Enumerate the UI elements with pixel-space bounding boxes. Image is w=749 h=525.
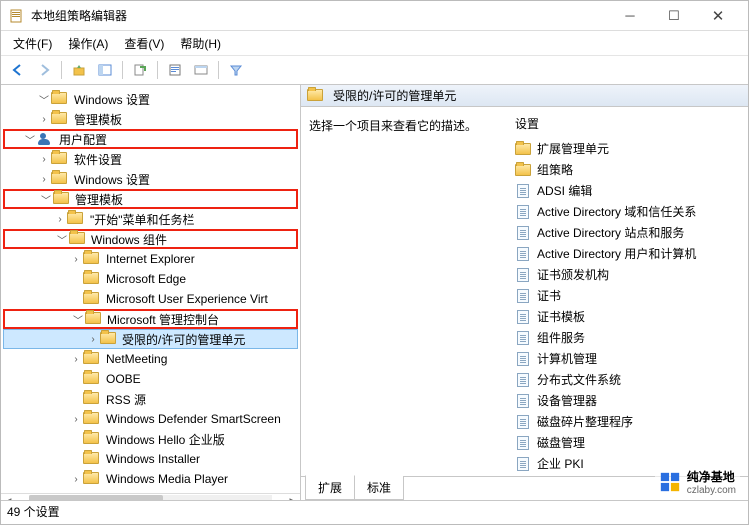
tree-node-mmc[interactable]: ﹀Microsoft 管理控制台 — [3, 309, 298, 329]
tree: ﹀Windows 设置 ›管理模板 ﹀用户配置 ›软件设置 ›Windows 设… — [1, 85, 300, 493]
list-item[interactable]: Active Directory 用户和计算机 — [515, 243, 744, 264]
menubar: 文件(F) 操作(A) 查看(V) 帮助(H) — [1, 31, 748, 55]
tab-standard[interactable]: 标准 — [354, 476, 404, 500]
tree-node-admin-templates[interactable]: ﹀管理模板 — [3, 189, 298, 209]
details-button[interactable] — [190, 59, 212, 81]
window-controls: ─ ☐ ✕ — [608, 2, 740, 30]
policy-icon — [515, 457, 531, 471]
tree-node[interactable]: ·Microsoft User Experience Virt — [3, 289, 298, 309]
workarea: ﹀Windows 设置 ›管理模板 ﹀用户配置 ›软件设置 ›Windows 设… — [1, 85, 748, 500]
policy-icon — [515, 247, 531, 261]
policy-icon — [515, 268, 531, 282]
policy-icon — [515, 310, 531, 324]
tree-node[interactable]: ·RSS 源 — [3, 389, 298, 409]
watermark-logo-icon — [659, 471, 681, 493]
details-title: 受限的/许可的管理单元 — [333, 87, 456, 104]
details-header: 受限的/许可的管理单元 — [301, 85, 748, 107]
window-title: 本地组策略编辑器 — [31, 7, 608, 24]
column-header-settings[interactable]: 设置 — [515, 115, 744, 132]
watermark: 纯净基地 czlaby.com — [655, 466, 740, 498]
maximize-button[interactable]: ☐ — [652, 2, 696, 30]
menu-help[interactable]: 帮助(H) — [174, 33, 227, 54]
list-item[interactable]: 组策略 — [515, 159, 744, 180]
separator — [157, 61, 158, 79]
policy-icon — [515, 373, 531, 387]
tree-node[interactable]: ·Windows Hello 企业版 — [3, 429, 298, 449]
policy-icon — [515, 436, 531, 450]
separator — [218, 61, 219, 79]
up-button[interactable] — [68, 59, 90, 81]
list-item[interactable]: 磁盘管理 — [515, 432, 744, 453]
tree-node[interactable]: ›Windows Media Player — [3, 469, 298, 489]
policy-icon — [515, 352, 531, 366]
tree-node-restricted[interactable]: ›受限的/许可的管理单元 — [3, 329, 298, 349]
policy-icon — [515, 331, 531, 345]
folder-icon — [307, 89, 323, 103]
tree-node[interactable]: ›Windows 设置 — [3, 169, 298, 189]
user-icon — [37, 132, 51, 146]
tree-node[interactable]: ›Windows Defender SmartScreen — [3, 409, 298, 429]
statusbar: 49 个设置 — [1, 500, 748, 522]
tree-horizontal-scrollbar[interactable]: ◀ ▶ — [1, 493, 300, 500]
forward-button[interactable] — [33, 59, 55, 81]
policy-icon — [515, 415, 531, 429]
folder-icon — [515, 163, 531, 177]
list-item[interactable]: Active Directory 站点和服务 — [515, 222, 744, 243]
status-text: 49 个设置 — [7, 503, 60, 520]
list-item[interactable]: 分布式文件系统 — [515, 369, 744, 390]
tab-extended[interactable]: 扩展 — [305, 475, 355, 500]
tree-node[interactable]: ›NetMeeting — [3, 349, 298, 369]
app-icon — [9, 8, 25, 24]
details-pane: 受限的/许可的管理单元 选择一个项目来查看它的描述。 设置 扩展管理单元 组策略… — [301, 85, 748, 500]
tree-node[interactable]: ›软件设置 — [3, 149, 298, 169]
titlebar: 本地组策略编辑器 ─ ☐ ✕ — [1, 1, 748, 31]
menu-view[interactable]: 查看(V) — [118, 33, 170, 54]
description-panel: 选择一个项目来查看它的描述。 — [301, 107, 511, 476]
menu-file[interactable]: 文件(F) — [7, 33, 58, 54]
list-item[interactable]: ADSI 编辑 — [515, 180, 744, 201]
filter-button[interactable] — [225, 59, 247, 81]
tree-node[interactable]: ›"开始"菜单和任务栏 — [3, 209, 298, 229]
tree-node-user-config[interactable]: ﹀用户配置 — [3, 129, 298, 149]
policy-icon — [515, 394, 531, 408]
scroll-left-icon[interactable]: ◀ — [1, 495, 15, 501]
folder-icon — [515, 142, 531, 156]
menu-action[interactable]: 操作(A) — [62, 33, 114, 54]
tree-node-win-components[interactable]: ﹀Windows 组件 — [3, 229, 298, 249]
tree-node[interactable]: ·Microsoft Edge — [3, 269, 298, 289]
policy-icon — [515, 226, 531, 240]
list-item[interactable]: 证书模板 — [515, 306, 744, 327]
list-item[interactable]: 证书颁发机构 — [515, 264, 744, 285]
scroll-right-icon[interactable]: ▶ — [286, 495, 300, 501]
list-item[interactable]: 扩展管理单元 — [515, 138, 744, 159]
close-button[interactable]: ✕ — [696, 2, 740, 30]
policy-icon — [515, 184, 531, 198]
tree-node[interactable]: ›管理模板 — [3, 109, 298, 129]
list-item[interactable]: 证书 — [515, 285, 744, 306]
list-item[interactable]: 设备管理器 — [515, 390, 744, 411]
properties-button[interactable] — [164, 59, 186, 81]
settings-list: 设置 扩展管理单元 组策略 ADSI 编辑 Active Directory 域… — [511, 107, 748, 476]
list-item[interactable]: 磁盘碎片整理程序 — [515, 411, 744, 432]
list-item[interactable]: 计算机管理 — [515, 348, 744, 369]
tree-pane[interactable]: ﹀Windows 设置 ›管理模板 ﹀用户配置 ›软件设置 ›Windows 设… — [1, 85, 301, 500]
minimize-button[interactable]: ─ — [608, 2, 652, 30]
list-item[interactable]: Active Directory 域和信任关系 — [515, 201, 744, 222]
toolbar — [1, 55, 748, 85]
export-button[interactable] — [129, 59, 151, 81]
tree-node[interactable]: ﹀Windows 设置 — [3, 89, 298, 109]
back-button[interactable] — [7, 59, 29, 81]
tree-node[interactable]: ›Internet Explorer — [3, 249, 298, 269]
show-hide-tree-button[interactable] — [94, 59, 116, 81]
separator — [122, 61, 123, 79]
tree-node[interactable]: ·Windows Installer — [3, 449, 298, 469]
policy-icon — [515, 289, 531, 303]
separator — [61, 61, 62, 79]
list-item[interactable]: 组件服务 — [515, 327, 744, 348]
tree-node[interactable]: ·OOBE — [3, 369, 298, 389]
policy-icon — [515, 205, 531, 219]
